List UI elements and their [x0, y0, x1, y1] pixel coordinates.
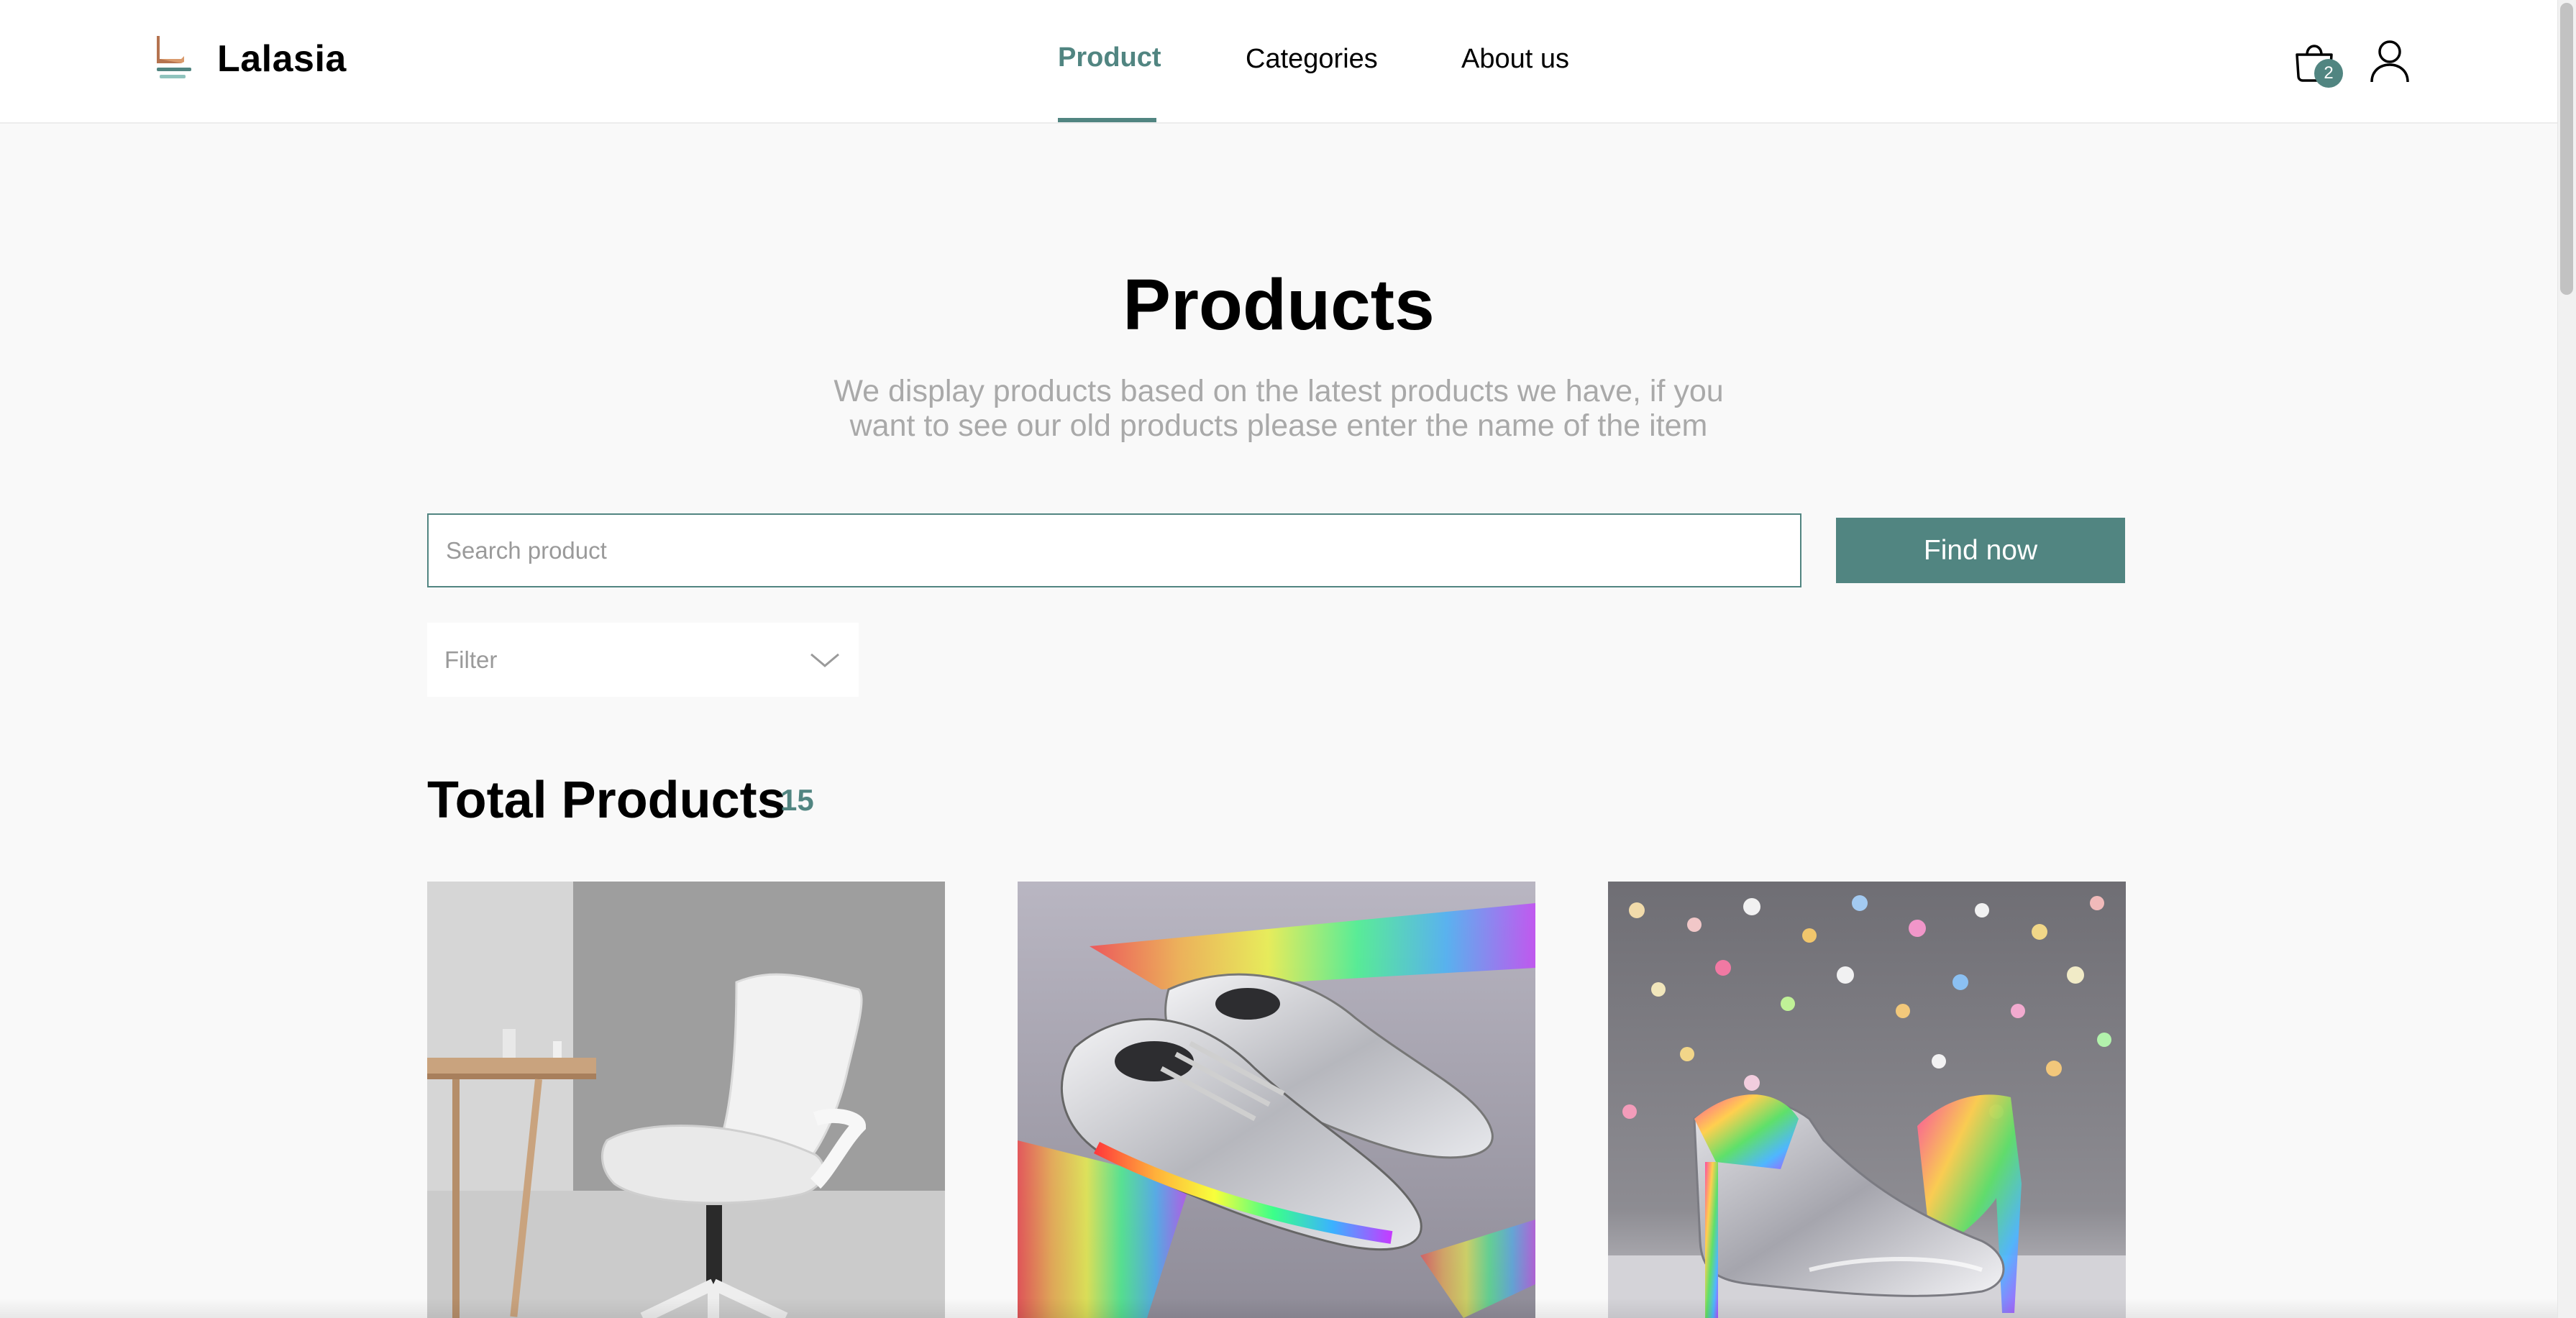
nav-about-us[interactable]: About us: [1461, 42, 1569, 76]
glitter-high-heels-image: [1608, 882, 2126, 1318]
search-input[interactable]: [427, 513, 1801, 587]
filter-label: Filter: [444, 646, 498, 673]
product-card[interactable]: [1018, 882, 1535, 1318]
user-icon[interactable]: [2369, 39, 2411, 83]
white-office-chair-image: [427, 882, 945, 1318]
product-card[interactable]: [1608, 882, 2126, 1318]
filter-dropdown[interactable]: Filter: [427, 623, 859, 697]
nav-product[interactable]: Product: [1058, 40, 1161, 75]
nav-categories[interactable]: Categories: [1246, 42, 1378, 76]
find-now-button[interactable]: Find now: [1836, 518, 2125, 583]
page-title: Products: [1123, 265, 1435, 345]
chair-logo-icon[interactable]: [152, 35, 193, 81]
brand-name[interactable]: Lalasia: [217, 36, 347, 82]
nav-active-indicator: [1058, 118, 1156, 122]
total-products-label: Total Products: [427, 772, 786, 829]
cart-count-badge: 2: [2314, 59, 2343, 88]
holographic-silver-sneakers-image: [1018, 882, 1535, 1318]
scrollbar-thumb[interactable]: [2560, 3, 2573, 295]
top-navbar: Lalasia Product Categories About us 2: [0, 0, 2557, 124]
total-products-count: 15: [780, 783, 814, 817]
chevron-down-icon: [810, 653, 839, 667]
product-card[interactable]: [427, 882, 945, 1318]
page-subtitle: We display products based on the latest …: [833, 374, 1724, 443]
